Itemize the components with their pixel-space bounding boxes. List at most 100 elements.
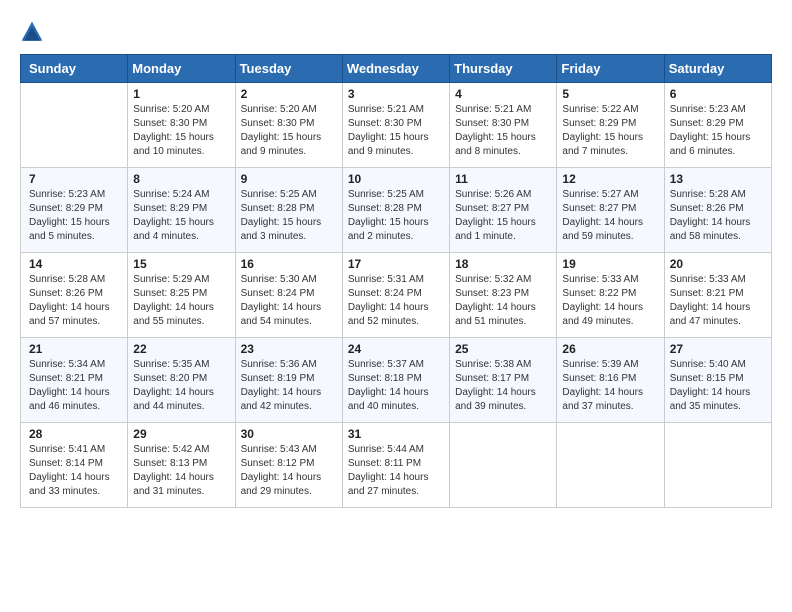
calendar-cell: 9Sunrise: 5:25 AMSunset: 8:28 PMDaylight… (235, 168, 342, 253)
day-number: 1 (133, 87, 229, 101)
week-row-4: 21Sunrise: 5:34 AMSunset: 8:21 PMDayligh… (21, 338, 772, 423)
calendar-cell: 13 Sunrise: 5:28 AMSunset: 8:26 PMDayligh… (664, 168, 771, 253)
week-row-1: 1 Sunrise: 5:20 AMSunset: 8:30 PMDaylight… (21, 83, 772, 168)
calendar-table: SundayMondayTuesdayWednesdayThursdayFrid… (20, 54, 772, 508)
day-number: 17 (348, 257, 444, 271)
cell-info: Sunrise: 5:30 AMSunset: 8:24 PMDaylight:… (241, 273, 337, 329)
day-number: 2 (241, 87, 337, 101)
col-header-sunday: Sunday (21, 55, 128, 83)
cell-info: Sunrise: 5:21 AMSunset: 8:30 PMDaylight:… (348, 103, 444, 159)
day-number: 28 (29, 427, 122, 441)
cell-info: Sunrise: 5:29 AMSunset: 8:25 PMDaylight:… (133, 273, 229, 329)
calendar-cell: 7 Sunrise: 5:23 AMSunset: 8:29 PMDaylight… (21, 168, 128, 253)
cell-info: Sunrise: 5:40 AMSunset: 8:15 PMDaylight:… (670, 358, 766, 414)
day-number: 4 (455, 87, 551, 101)
calendar-cell: 24 Sunrise: 5:37 AMSunset: 8:18 PMDayligh… (342, 338, 449, 423)
day-number: 8 (133, 172, 229, 186)
calendar-cell: 25 Sunrise: 5:38 AMSunset: 8:17 PMDayligh… (450, 338, 557, 423)
calendar-cell: 30 Sunrise: 5:43 AMSunset: 8:12 PMDayligh… (235, 423, 342, 508)
cell-info: Sunrise: 5:44 AMSunset: 8:11 PMDaylight:… (348, 443, 444, 499)
week-row-3: 14 Sunrise: 5:28 AMSunset: 8:26 PMDayligh… (21, 253, 772, 338)
day-number: 12 (562, 172, 658, 186)
calendar-cell: 23Sunrise: 5:36 AMSunset: 8:19 PMDayligh… (235, 338, 342, 423)
cell-info: Sunrise: 5:37 AMSunset: 8:18 PMDaylight:… (348, 358, 444, 414)
calendar-cell: 11 Sunrise: 5:26 AMSunset: 8:27 PMDayligh… (450, 168, 557, 253)
calendar-cell: 12 Sunrise: 5:27 AMSunset: 8:27 PMDayligh… (557, 168, 664, 253)
cell-info: Sunrise: 5:25 AMSunset: 8:28 PMDaylight:… (241, 188, 337, 244)
logo-icon (20, 20, 44, 44)
cell-info: Sunrise: 5:38 AMSunset: 8:17 PMDaylight:… (455, 358, 551, 414)
cell-info: Sunrise: 5:23 AMSunset: 8:29 PMDaylight:… (670, 103, 766, 159)
day-number: 14 (29, 257, 122, 271)
cell-info: Sunrise: 5:42 AMSunset: 8:13 PMDaylight:… (133, 443, 229, 499)
calendar-cell: 22Sunrise: 5:35 AMSunset: 8:20 PMDayligh… (128, 338, 235, 423)
col-header-tuesday: Tuesday (235, 55, 342, 83)
day-number: 30 (241, 427, 337, 441)
cell-info: Sunrise: 5:23 AMSunset: 8:29 PMDaylight:… (29, 188, 122, 244)
cell-info: Sunrise: 5:24 AMSunset: 8:29 PMDaylight:… (133, 188, 229, 244)
col-header-monday: Monday (128, 55, 235, 83)
cell-info: Sunrise: 5:28 AMSunset: 8:26 PMDaylight:… (29, 273, 122, 329)
calendar-cell: 29 Sunrise: 5:42 AMSunset: 8:13 PMDayligh… (128, 423, 235, 508)
week-row-5: 28 Sunrise: 5:41 AMSunset: 8:14 PMDayligh… (21, 423, 772, 508)
cell-info: Sunrise: 5:33 AMSunset: 8:21 PMDaylight:… (670, 273, 766, 329)
day-number: 25 (455, 342, 551, 356)
cell-info: Sunrise: 5:28 AMSunset: 8:26 PMDaylight:… (670, 188, 766, 244)
day-number: 26 (562, 342, 658, 356)
day-number: 11 (455, 172, 551, 186)
calendar-cell (664, 423, 771, 508)
calendar-cell: 8 Sunrise: 5:24 AMSunset: 8:29 PMDaylight… (128, 168, 235, 253)
calendar-cell: 16 Sunrise: 5:30 AMSunset: 8:24 PMDayligh… (235, 253, 342, 338)
cell-info: Sunrise: 5:35 AMSunset: 8:20 PMDaylight:… (133, 358, 229, 414)
cell-info: Sunrise: 5:33 AMSunset: 8:22 PMDaylight:… (562, 273, 658, 329)
calendar-cell: 10 Sunrise: 5:25 AMSunset: 8:28 PMDayligh… (342, 168, 449, 253)
calendar-cell: 1 Sunrise: 5:20 AMSunset: 8:30 PMDaylight… (128, 83, 235, 168)
calendar-cell: 19 Sunrise: 5:33 AMSunset: 8:22 PMDayligh… (557, 253, 664, 338)
day-number: 20 (670, 257, 766, 271)
day-number: 10 (348, 172, 444, 186)
cell-info: Sunrise: 5:20 AMSunset: 8:30 PMDaylight:… (133, 103, 229, 159)
calendar-cell: 5 Sunrise: 5:22 AMSunset: 8:29 PMDaylight… (557, 83, 664, 168)
day-number: 13 (670, 172, 766, 186)
col-header-wednesday: Wednesday (342, 55, 449, 83)
calendar-cell: 4Sunrise: 5:21 AMSunset: 8:30 PMDaylight… (450, 83, 557, 168)
cell-info: Sunrise: 5:39 AMSunset: 8:16 PMDaylight:… (562, 358, 658, 414)
header-row: SundayMondayTuesdayWednesdayThursdayFrid… (21, 55, 772, 83)
day-number: 5 (562, 87, 658, 101)
calendar-cell: 20 Sunrise: 5:33 AMSunset: 8:21 PMDayligh… (664, 253, 771, 338)
day-number: 7 (29, 172, 122, 186)
day-number: 16 (241, 257, 337, 271)
calendar-cell: 27Sunrise: 5:40 AMSunset: 8:15 PMDayligh… (664, 338, 771, 423)
day-number: 24 (348, 342, 444, 356)
calendar-cell: 3Sunrise: 5:21 AMSunset: 8:30 PMDaylight… (342, 83, 449, 168)
day-number: 21 (29, 342, 122, 356)
day-number: 29 (133, 427, 229, 441)
col-header-saturday: Saturday (664, 55, 771, 83)
week-row-2: 7 Sunrise: 5:23 AMSunset: 8:29 PMDaylight… (21, 168, 772, 253)
day-number: 19 (562, 257, 658, 271)
page-header (20, 20, 772, 44)
cell-info: Sunrise: 5:31 AMSunset: 8:24 PMDaylight:… (348, 273, 444, 329)
calendar-cell (450, 423, 557, 508)
calendar-cell: 18Sunrise: 5:32 AMSunset: 8:23 PMDayligh… (450, 253, 557, 338)
calendar-cell: 6 Sunrise: 5:23 AMSunset: 8:29 PMDaylight… (664, 83, 771, 168)
cell-info: Sunrise: 5:22 AMSunset: 8:29 PMDaylight:… (562, 103, 658, 159)
calendar-cell: 28 Sunrise: 5:41 AMSunset: 8:14 PMDayligh… (21, 423, 128, 508)
day-number: 15 (133, 257, 229, 271)
calendar-cell (21, 83, 128, 168)
cell-info: Sunrise: 5:26 AMSunset: 8:27 PMDaylight:… (455, 188, 551, 244)
cell-info: Sunrise: 5:27 AMSunset: 8:27 PMDaylight:… (562, 188, 658, 244)
day-number: 6 (670, 87, 766, 101)
cell-info: Sunrise: 5:20 AMSunset: 8:30 PMDaylight:… (241, 103, 337, 159)
day-number: 18 (455, 257, 551, 271)
day-number: 23 (241, 342, 337, 356)
day-number: 31 (348, 427, 444, 441)
cell-info: Sunrise: 5:43 AMSunset: 8:12 PMDaylight:… (241, 443, 337, 499)
calendar-cell: 14 Sunrise: 5:28 AMSunset: 8:26 PMDayligh… (21, 253, 128, 338)
calendar-cell: 2 Sunrise: 5:20 AMSunset: 8:30 PMDaylight… (235, 83, 342, 168)
cell-info: Sunrise: 5:25 AMSunset: 8:28 PMDaylight:… (348, 188, 444, 244)
calendar-cell (557, 423, 664, 508)
cell-info: Sunrise: 5:41 AMSunset: 8:14 PMDaylight:… (29, 443, 122, 499)
col-header-friday: Friday (557, 55, 664, 83)
calendar-cell: 17 Sunrise: 5:31 AMSunset: 8:24 PMDayligh… (342, 253, 449, 338)
